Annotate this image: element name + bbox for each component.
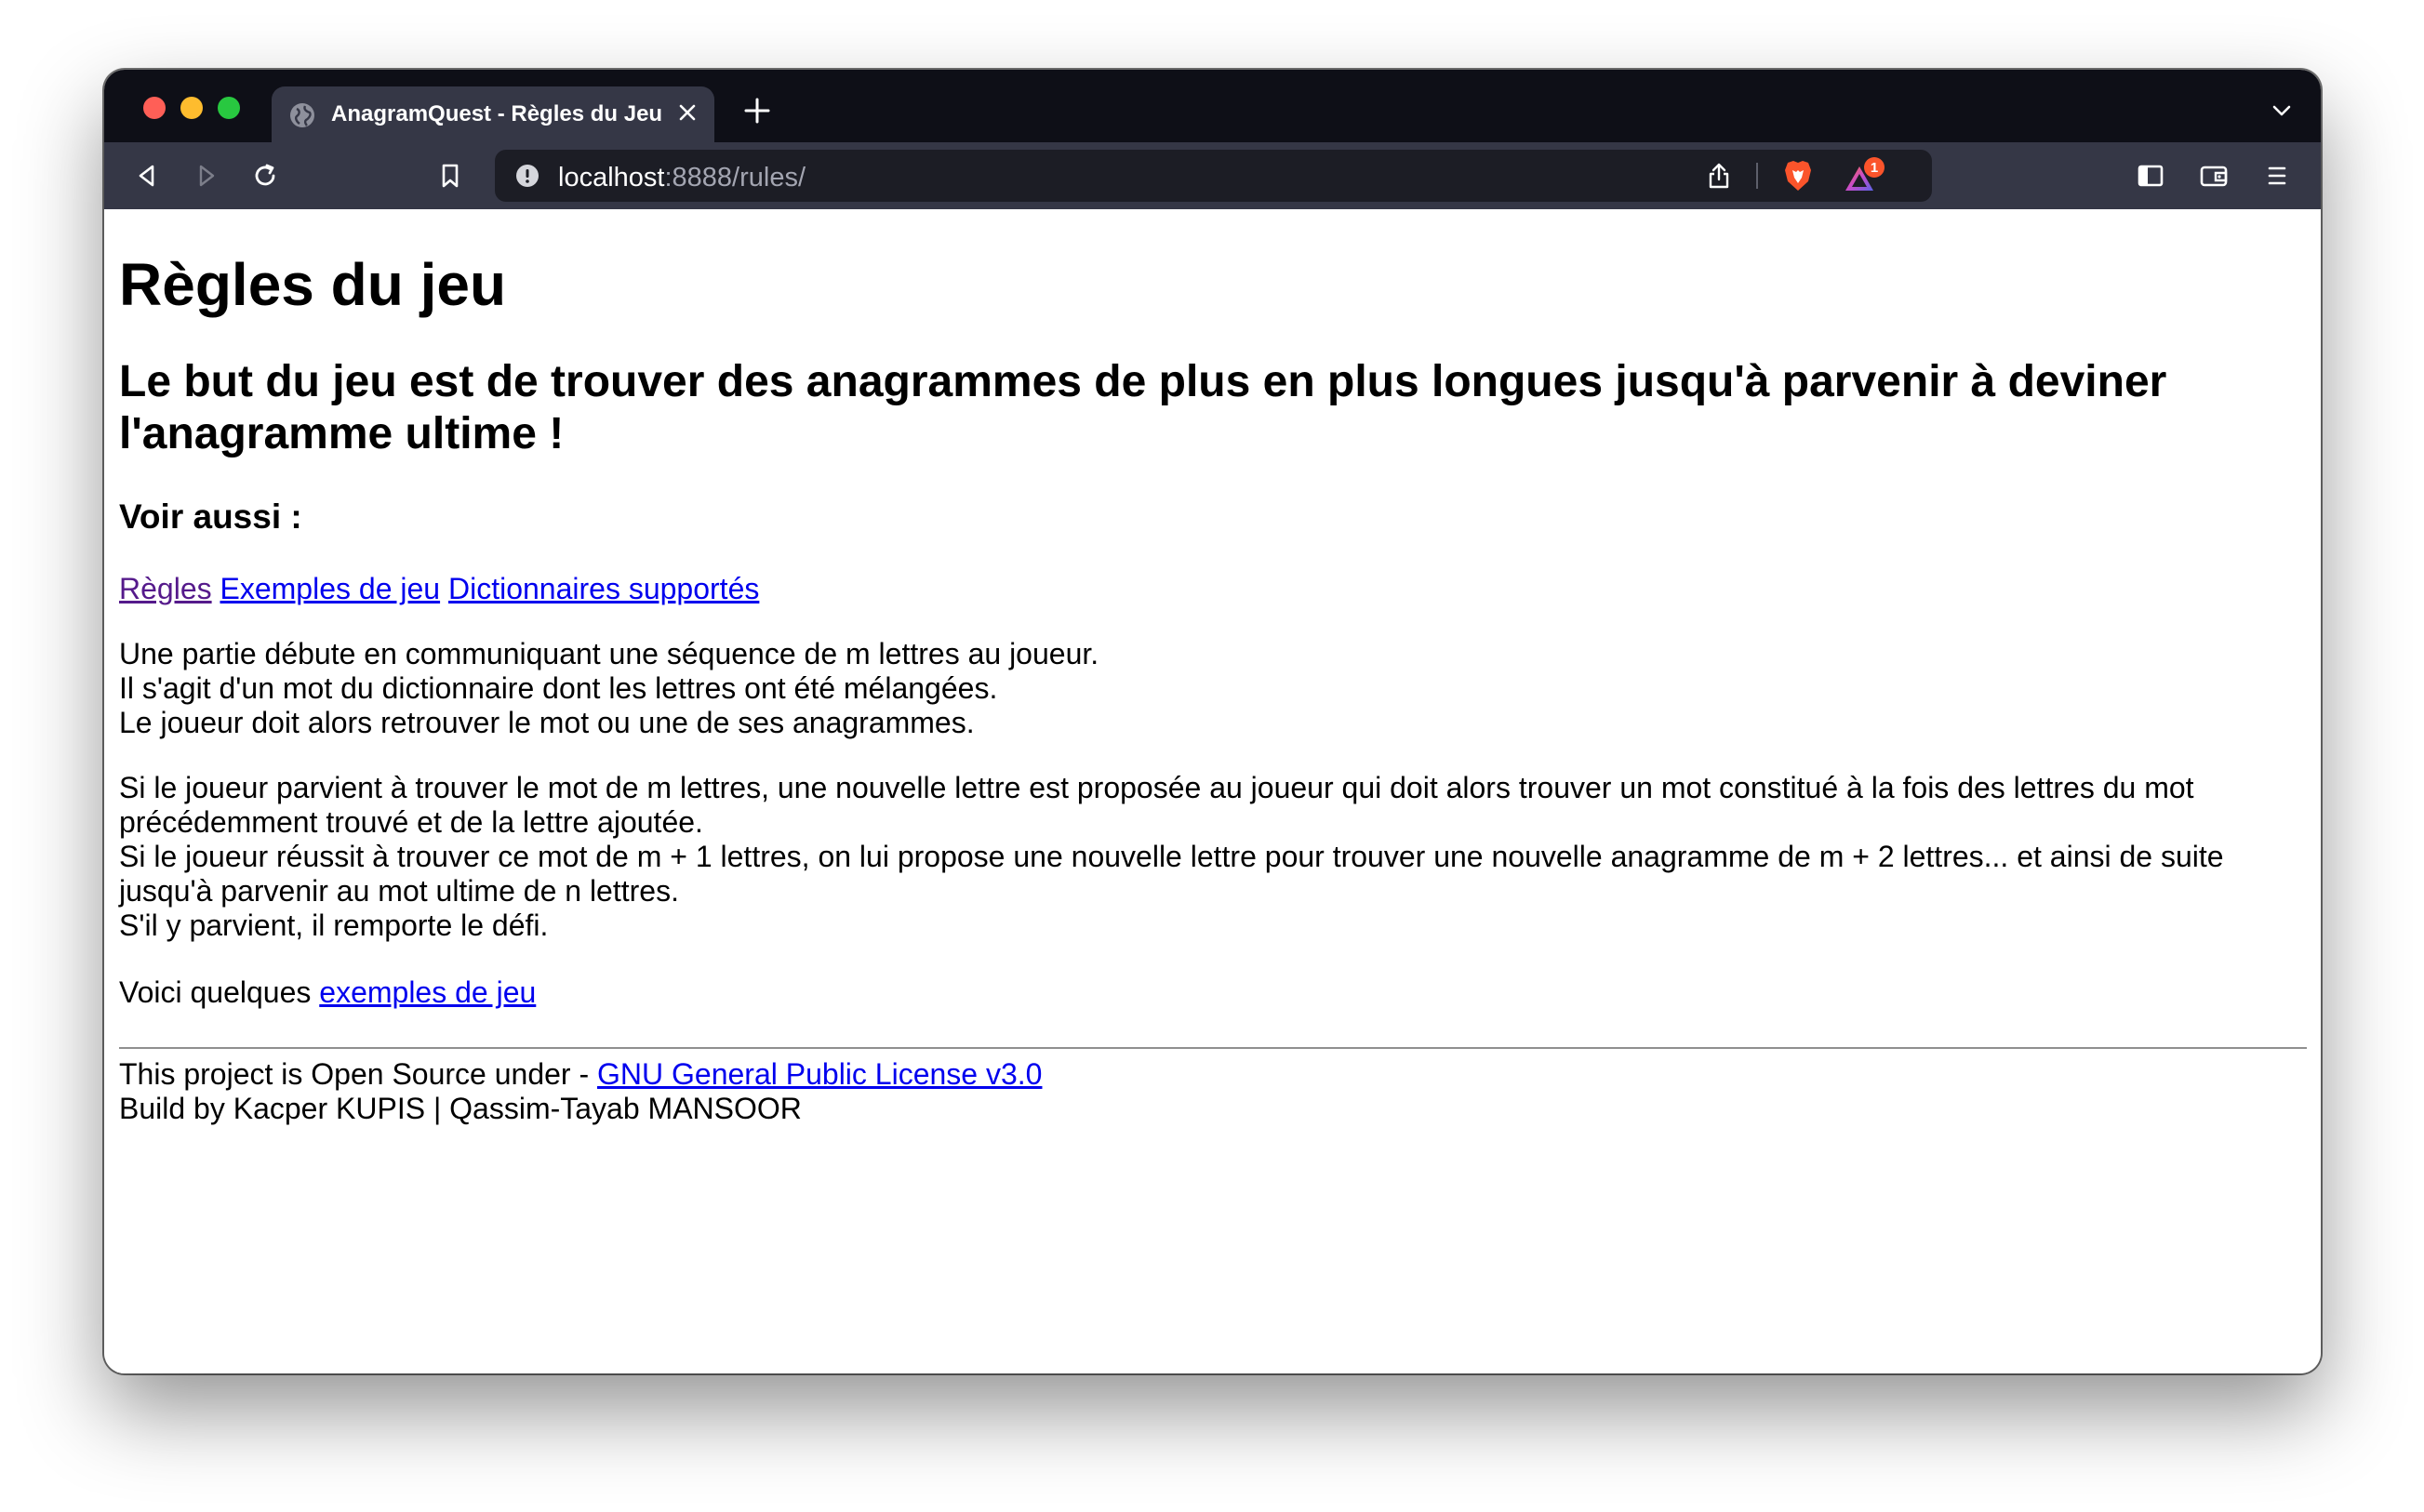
site-info-icon[interactable]	[515, 164, 539, 188]
license-line: This project is Open Source under - GNU …	[119, 1057, 1042, 1092]
bookmark-icon	[442, 164, 459, 188]
browser-window: AnagramQuest - Règles du Jeu localhost:8…	[104, 70, 2321, 1373]
examples-paragraph: Voici quelques exemples de jeu	[119, 975, 2307, 1010]
page-subtitle: Le but du jeu est de trouver des anagram…	[119, 357, 2167, 458]
tab-strip: AnagramQuest - Règles du Jeu	[104, 70, 2321, 142]
url-text[interactable]: localhost:8888/rules/	[558, 163, 806, 193]
wallet-button[interactable]	[2197, 159, 2231, 192]
browser-toolbar: localhost:8888/rules/ 1	[104, 142, 2321, 209]
text-line: Il s'agit d'un mot du dictionnaire dont …	[119, 671, 998, 705]
url-host: localhost	[558, 163, 665, 192]
forward-arrow-icon	[199, 165, 215, 187]
globe-icon	[290, 103, 314, 127]
wallet-icon	[2200, 166, 2228, 187]
see-also-heading: Voir aussi :	[119, 497, 302, 536]
chevron-down-icon[interactable]	[2271, 102, 2293, 119]
page-content: Règles du jeu Le but du jeu est de trouv…	[104, 209, 2321, 1373]
examples-inline-link[interactable]: exemples de jeu	[319, 975, 536, 1009]
back-button[interactable]	[130, 159, 164, 192]
brave-rewards-button[interactable]: 1	[1844, 157, 1885, 192]
rules-paragraph-intro: Une partie débute en communiquant une sé…	[119, 637, 2307, 740]
url-path: :8888/rules/	[664, 163, 806, 192]
examples-prefix: Voici quelques	[119, 975, 320, 1009]
hamburger-menu-icon	[2268, 166, 2286, 185]
text-line: Si le joueur parvient à trouver le mot d…	[119, 771, 2194, 839]
address-bar-separator	[1756, 163, 1758, 189]
text-line: Une partie débute en communiquant une sé…	[119, 637, 1099, 670]
forward-button[interactable]	[190, 159, 223, 192]
minimize-window-button[interactable]	[180, 97, 203, 119]
menu-button[interactable]	[2260, 159, 2294, 192]
tab-title: AnagramQuest - Règles du Jeu	[331, 101, 663, 126]
sidebar-icon	[2138, 165, 2164, 187]
credits-line: Build by Kacper KUPIS | Qassim-Tayab MAN…	[119, 1092, 802, 1125]
back-arrow-icon	[139, 165, 154, 187]
page-title: Règles du jeu	[119, 251, 507, 318]
license-link[interactable]: GNU General Public License v3.0	[597, 1057, 1042, 1091]
bookmark-button[interactable]	[433, 159, 467, 192]
rewards-badge: 1	[1864, 157, 1885, 178]
address-bar[interactable]: localhost:8888/rules/ 1	[495, 150, 1932, 202]
brave-shields-icon[interactable]	[1782, 159, 1814, 192]
footer-divider	[119, 1047, 2307, 1049]
rules-link[interactable]: Règles	[119, 572, 212, 605]
close-window-button[interactable]	[143, 97, 166, 119]
reload-icon	[255, 164, 275, 186]
new-tab-plus-icon[interactable]	[742, 96, 772, 126]
rules-paragraph-progression: Si le joueur parvient à trouver le mot d…	[119, 771, 2307, 943]
sidebar-toggle-button[interactable]	[2134, 159, 2167, 192]
page-footer: This project is Open Source under - GNU …	[119, 1057, 1042, 1126]
see-also-links: Règles Exemples de jeu Dictionnaires sup…	[119, 572, 759, 606]
supported-dictionaries-link[interactable]: Dictionnaires supportés	[448, 572, 759, 605]
text-line: S'il y parvient, il remporte le défi.	[119, 909, 549, 942]
screenshot-stage: AnagramQuest - Règles du Jeu localhost:8…	[0, 0, 2424, 1512]
tab-close-button[interactable]	[673, 99, 701, 126]
active-tab[interactable]: AnagramQuest - Règles du Jeu	[272, 86, 714, 142]
share-icon[interactable]	[1704, 161, 1734, 191]
zoom-window-button[interactable]	[218, 97, 240, 119]
text-line: Si le joueur réussit à trouver ce mot de…	[119, 840, 2224, 908]
close-icon	[679, 104, 696, 121]
reload-button[interactable]	[248, 159, 282, 192]
text-line: Le joueur doit alors retrouver le mot ou…	[119, 706, 975, 739]
license-prefix: This project is Open Source under -	[119, 1057, 598, 1091]
game-examples-link[interactable]: Exemples de jeu	[220, 572, 441, 605]
